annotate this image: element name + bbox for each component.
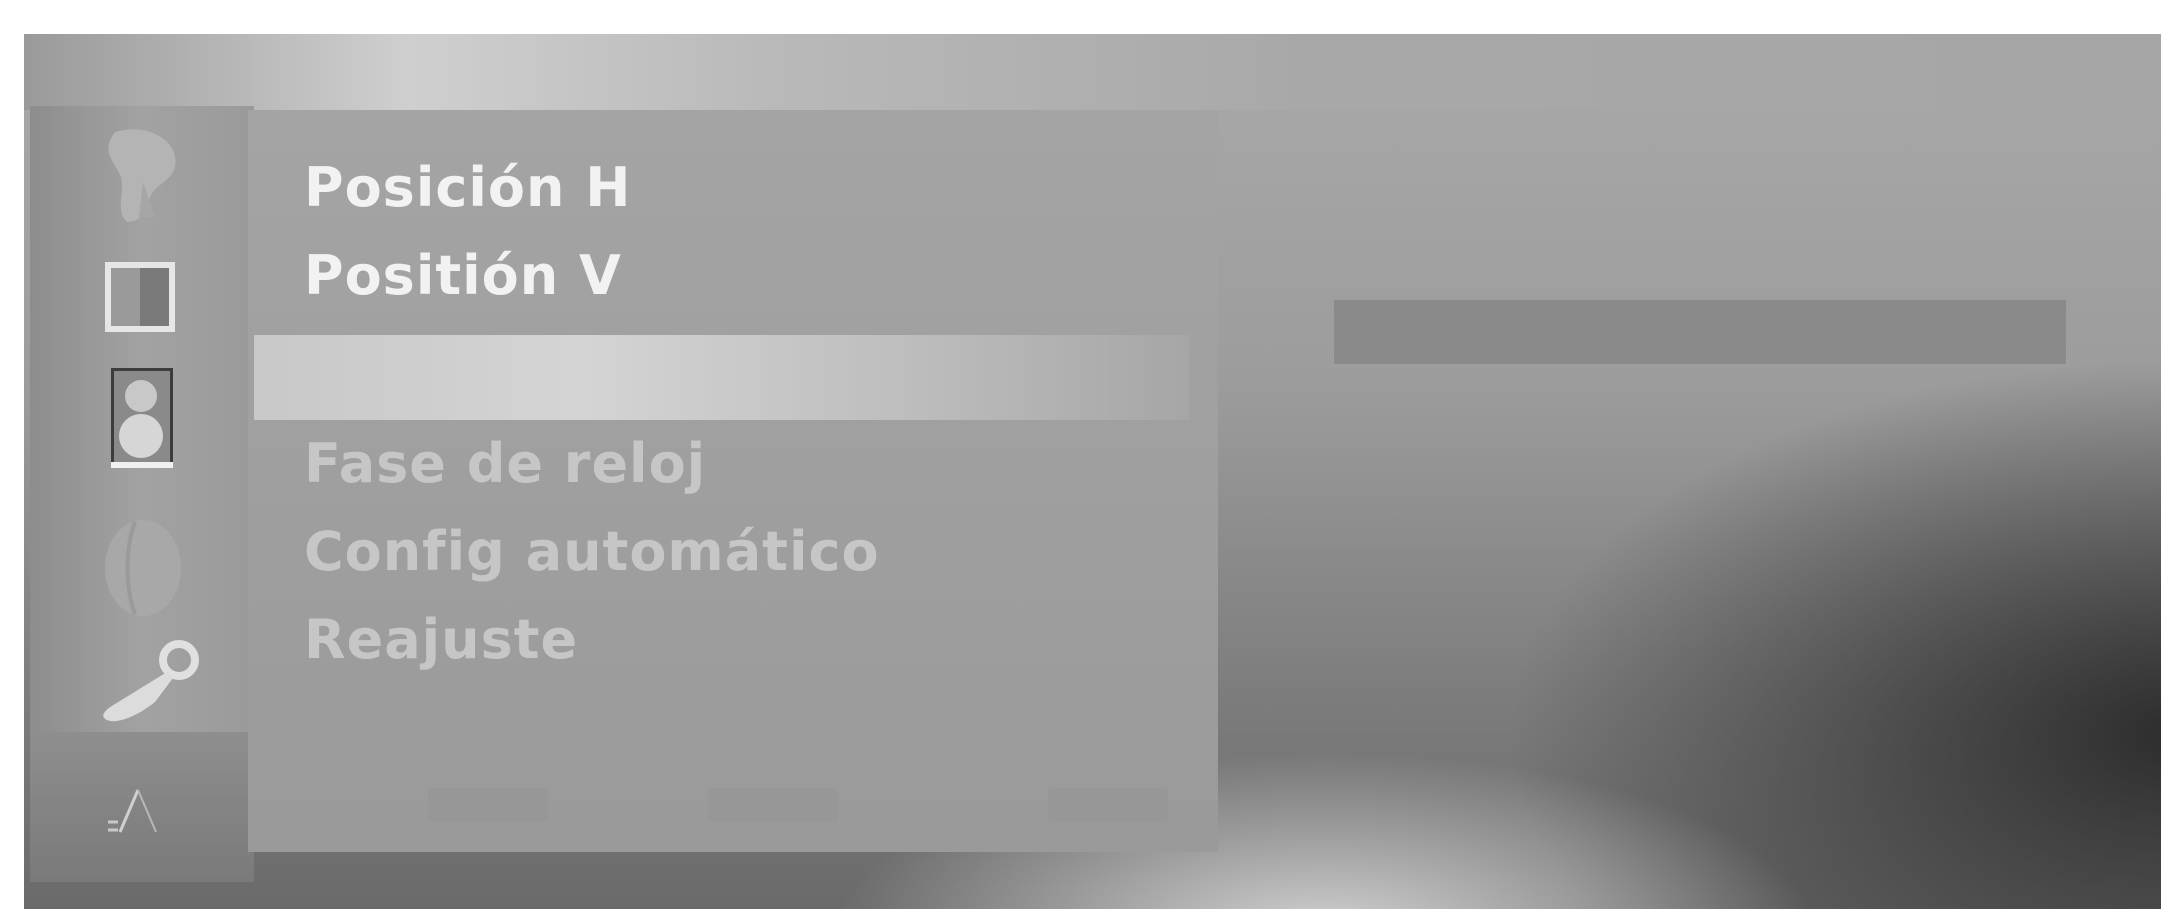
menu-panel: Posición H Positión V Fase de reloj Conf… (248, 110, 1218, 852)
menu-item-auto-config[interactable]: Config automático (304, 512, 880, 592)
picture-icon[interactable] (95, 252, 185, 342)
menu-item-label: Fase de reloj (304, 432, 707, 495)
osd-window: Posición H Positión V Fase de reloj Conf… (24, 34, 2161, 909)
menu-item-clock-phase[interactable]: Fase de reloj (304, 424, 706, 504)
category-sidebar (30, 106, 254, 732)
hint-select (708, 788, 838, 822)
tools-icon (90, 772, 180, 842)
menu-item-label: Config automático (304, 520, 880, 583)
menu-item-label: Positión V (304, 244, 622, 307)
menu-item-label: Reajuste (304, 608, 579, 671)
menu-item-reset[interactable]: Reajuste (304, 600, 578, 680)
menu-item-selected-highlight[interactable] (254, 335, 1189, 420)
hint-exit (1048, 788, 1168, 822)
sidebar-footer (30, 732, 254, 882)
wrench-icon[interactable] (95, 638, 199, 728)
menu-item-h-position[interactable]: Posición H (304, 148, 631, 228)
speaker-icon[interactable] (95, 366, 185, 468)
menu-item-label: Posición H (304, 156, 632, 219)
value-slider[interactable] (1330, 296, 2070, 368)
hint-move (428, 788, 548, 822)
satellite-dish-icon[interactable] (95, 122, 185, 222)
menu-item-v-position[interactable]: Positión V (304, 236, 622, 316)
button-hints-bar (248, 764, 1218, 844)
globe-icon[interactable] (95, 518, 185, 616)
